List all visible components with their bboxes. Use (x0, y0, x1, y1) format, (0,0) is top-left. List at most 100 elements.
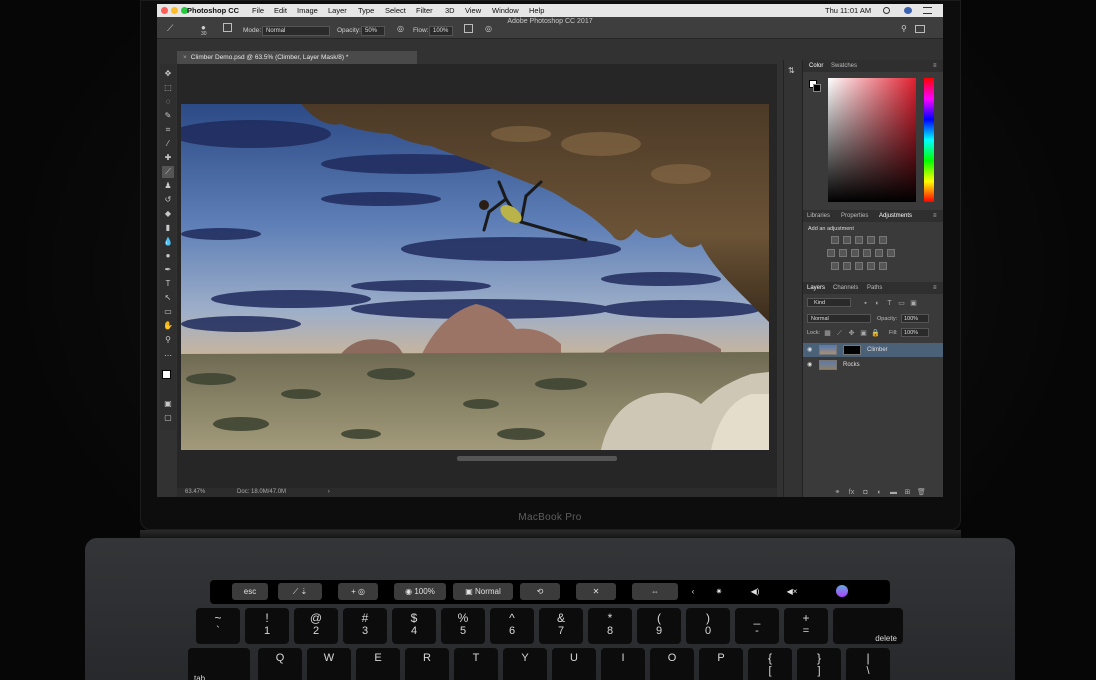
lasso-tool-icon[interactable]: ◌ (162, 96, 174, 108)
filter-pixel-icon[interactable]: ▪ (861, 299, 870, 308)
menu-select[interactable]: Select (385, 6, 406, 15)
document-tab[interactable]: × Climber Demo.psd @ 63.5% (Climber, Laye… (177, 51, 417, 64)
visibility-eye-icon[interactable]: ◉ (807, 358, 812, 372)
key-row2-3[interactable]: R (405, 648, 449, 680)
eyedropper-tool-icon[interactable]: ⁄ (162, 138, 174, 150)
touchbar-history-icon[interactable]: ⇔ (632, 583, 678, 600)
history-panel-icon[interactable]: ⇅ (788, 66, 795, 75)
new-group-icon[interactable]: ▬ (889, 488, 898, 497)
marquee-tool-icon[interactable]: ⬚ (162, 82, 174, 94)
key-2[interactable]: @2 (294, 608, 338, 644)
more-tools-icon[interactable]: ⋯ (162, 350, 174, 362)
new-layer-icon[interactable]: ⊞ (903, 488, 912, 497)
key-11[interactable]: _ - (735, 608, 779, 644)
flow-input[interactable]: 100% (429, 26, 453, 36)
lock-artboard-icon[interactable]: ▣ (859, 329, 868, 338)
color-picker-field[interactable] (828, 78, 916, 202)
key-row2-10[interactable]: {[ (748, 648, 792, 680)
layer-filter-select[interactable]: Kind (807, 298, 851, 307)
color-balance-icon[interactable] (839, 249, 847, 257)
selective-color-icon[interactable] (879, 262, 887, 270)
lock-position-icon[interactable]: ✥ (847, 329, 856, 338)
levels-icon[interactable] (843, 236, 851, 244)
menu-3d[interactable]: 3D (445, 6, 455, 15)
layer-name[interactable]: Climber (867, 343, 888, 357)
touchbar-siri-icon[interactable] (822, 583, 862, 600)
key-row2-12[interactable]: | \ (846, 648, 890, 680)
layer-name[interactable]: Rocks (843, 358, 860, 372)
key-7[interactable]: & 7 (539, 608, 583, 644)
vibrance-icon[interactable] (879, 236, 887, 244)
photo-filter-icon[interactable] (863, 249, 871, 257)
tab-adjustments[interactable]: Adjustments (879, 213, 912, 219)
layer-row-climber[interactable]: ◉ Climber (803, 343, 943, 357)
search-icon[interactable]: ⚲ (901, 24, 907, 33)
filter-type-icon[interactable]: T (885, 299, 894, 308)
brush-tool-icon[interactable]: ⟋ (162, 166, 174, 178)
hue-saturation-icon[interactable] (827, 249, 835, 257)
key-0[interactable]: ~ ` (196, 608, 240, 644)
key-4[interactable]: $4 (392, 608, 436, 644)
layer-mask-thumbnail[interactable] (843, 345, 861, 355)
key-row2-5[interactable]: Y (503, 648, 547, 680)
add-mask-icon[interactable]: ◘ (861, 488, 870, 497)
stamp-tool-icon[interactable]: ♟ (162, 180, 174, 192)
menu-view[interactable]: View (465, 6, 481, 15)
key-3[interactable]: #3 (343, 608, 387, 644)
foreground-color-swatch[interactable] (162, 370, 171, 379)
key-row2-11[interactable]: }] (797, 648, 841, 680)
key-row2-2[interactable]: E (356, 648, 400, 680)
new-adjustment-icon[interactable]: ◐ (875, 488, 884, 497)
close-tab-icon[interactable]: × (183, 54, 187, 61)
quick-select-tool-icon[interactable]: ✎ (162, 110, 174, 122)
posterize-icon[interactable] (843, 262, 851, 270)
move-tool-icon[interactable]: ✥ (162, 68, 174, 80)
touchbar-add-icon[interactable]: + ◎ (338, 583, 378, 600)
key-8[interactable]: * 8 (588, 608, 632, 644)
menu-layer[interactable]: Layer (328, 6, 347, 15)
touchbar-transform-icon[interactable]: ✕ (576, 583, 616, 600)
threshold-icon[interactable] (855, 262, 863, 270)
eraser-tool-icon[interactable]: ◆ (162, 208, 174, 220)
link-layers-icon[interactable]: ⚭ (833, 488, 842, 497)
touchbar-blend-mode[interactable]: ▣ Normal (453, 583, 513, 600)
panel-menu-icon[interactable]: ≡ (933, 285, 937, 291)
key-12[interactable]: + = (784, 608, 828, 644)
user-avatar-icon[interactable] (904, 7, 912, 14)
key-row2-4[interactable]: T (454, 648, 498, 680)
key-row2-8[interactable]: O (650, 648, 694, 680)
black-white-icon[interactable] (851, 249, 859, 257)
menu-type[interactable]: Type (358, 6, 374, 15)
exposure-icon[interactable] (867, 236, 875, 244)
hue-slider[interactable] (924, 78, 934, 202)
brightness-icon[interactable] (831, 236, 839, 244)
tab-swatches[interactable]: Swatches (831, 63, 857, 69)
layer-fill-input[interactable]: 100% (901, 328, 929, 337)
key-10[interactable]: ) 0 (686, 608, 730, 644)
dodge-tool-icon[interactable]: ● (162, 250, 174, 262)
menu-image[interactable]: Image (297, 6, 318, 15)
lock-all-icon[interactable]: 🔒 (871, 329, 880, 338)
screen-mode-icon[interactable]: ▢ (162, 412, 174, 424)
pen-tool-icon[interactable]: ✒ (162, 264, 174, 276)
climber-photo[interactable] (181, 104, 769, 450)
menu-filter[interactable]: Filter (416, 6, 433, 15)
shape-tool-icon[interactable]: ▭ (162, 306, 174, 318)
path-select-tool-icon[interactable]: ↖ (162, 292, 174, 304)
layer-opacity-input[interactable]: 100% (901, 314, 929, 323)
minimize-window-button[interactable] (171, 7, 178, 14)
gradient-map-icon[interactable] (867, 262, 875, 270)
menu-edit[interactable]: Edit (274, 6, 287, 15)
touchbar-mute-icon[interactable]: ◀× (775, 583, 809, 600)
panel-menu-icon[interactable]: ≡ (933, 213, 937, 219)
invert-icon[interactable] (831, 262, 839, 270)
airbrush-icon[interactable] (464, 24, 473, 33)
touchbar-volume-icon[interactable]: ◀) (738, 583, 772, 600)
menu-window[interactable]: Window (492, 6, 519, 15)
quick-mask-icon[interactable]: ▣ (162, 398, 174, 410)
brush-panel-icon[interactable] (223, 23, 232, 32)
tab-color[interactable]: Color (809, 63, 823, 69)
pressure-size-icon[interactable]: ◎ (485, 24, 492, 33)
key-1[interactable]: ! 1 (245, 608, 289, 644)
tab-key[interactable]: tab (188, 648, 250, 680)
